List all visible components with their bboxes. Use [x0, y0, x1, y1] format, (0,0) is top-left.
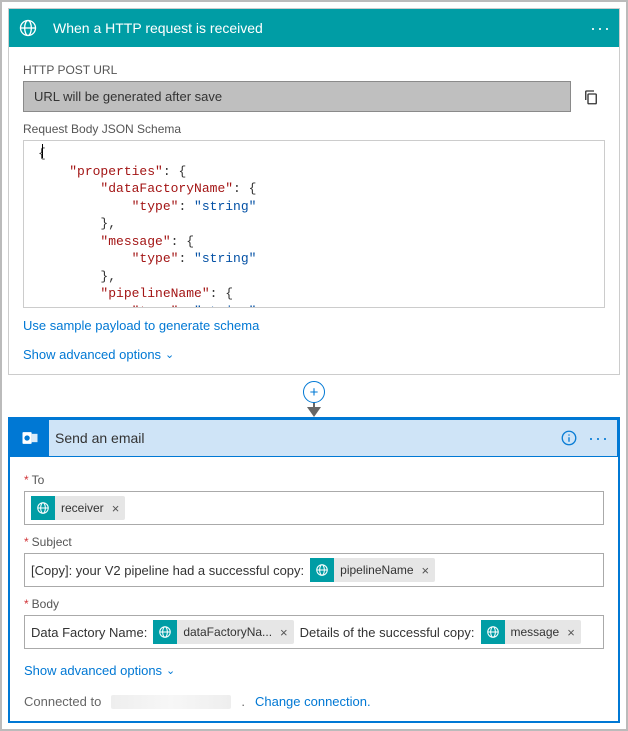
to-label: To: [24, 473, 604, 487]
http-trigger-icon: [9, 9, 47, 47]
arrow-down-icon: [307, 407, 321, 417]
use-sample-payload-link[interactable]: Use sample payload to generate schema: [23, 318, 259, 333]
connector: +: [8, 375, 620, 417]
action-card: Send an email ··· To receiver× Subject […: [8, 417, 620, 723]
remove-token-button[interactable]: ×: [420, 563, 432, 578]
copy-url-button[interactable]: [577, 81, 605, 112]
subject-label: Subject: [24, 535, 604, 549]
trigger-header[interactable]: When a HTTP request is received ···: [9, 9, 619, 47]
trigger-show-advanced-link[interactable]: Show advanced options ⌄: [23, 347, 174, 362]
remove-token-button[interactable]: ×: [565, 625, 577, 640]
http-trigger-icon: [310, 558, 334, 582]
chevron-down-icon: ⌄: [165, 348, 174, 361]
change-connection-link[interactable]: Change connection.: [255, 694, 371, 709]
http-trigger-icon: [31, 496, 55, 520]
connection-status: Connected to . Change connection.: [24, 694, 604, 709]
trigger-card: When a HTTP request is received ··· HTTP…: [8, 8, 620, 375]
remove-token-button[interactable]: ×: [278, 625, 290, 640]
subject-field[interactable]: [Copy]: your V2 pipeline had a successfu…: [24, 553, 604, 587]
outlook-icon: [11, 419, 49, 457]
dynamic-content-token[interactable]: dataFactoryNa...×: [153, 620, 293, 644]
dynamic-content-token[interactable]: pipelineName×: [310, 558, 435, 582]
add-step-button[interactable]: +: [303, 381, 325, 403]
schema-label: Request Body JSON Schema: [23, 122, 605, 136]
http-trigger-icon: [153, 620, 177, 644]
action-title: Send an email: [49, 430, 560, 446]
url-label: HTTP POST URL: [23, 63, 605, 77]
http-post-url-field[interactable]: URL will be generated after save: [23, 81, 571, 112]
dynamic-content-token[interactable]: receiver×: [31, 496, 125, 520]
trigger-menu-button[interactable]: ···: [590, 19, 611, 37]
chevron-down-icon: ⌄: [166, 664, 175, 677]
dynamic-content-token[interactable]: message×: [481, 620, 581, 644]
action-header[interactable]: Send an email ···: [10, 419, 618, 457]
info-icon[interactable]: [560, 429, 578, 447]
http-trigger-icon: [481, 620, 505, 644]
remove-token-button[interactable]: ×: [110, 501, 122, 516]
action-menu-button[interactable]: ···: [588, 429, 609, 447]
schema-textarea[interactable]: { "properties": { "dataFactoryName": { "…: [23, 140, 605, 308]
body-label: Body: [24, 597, 604, 611]
body-field[interactable]: Data Factory Name:dataFactoryNa...×Detai…: [24, 615, 604, 649]
to-field[interactable]: receiver×: [24, 491, 604, 525]
trigger-title: When a HTTP request is received: [47, 20, 590, 36]
action-show-advanced-link[interactable]: Show advanced options ⌄: [24, 663, 175, 678]
connection-account-redacted: [111, 695, 231, 709]
